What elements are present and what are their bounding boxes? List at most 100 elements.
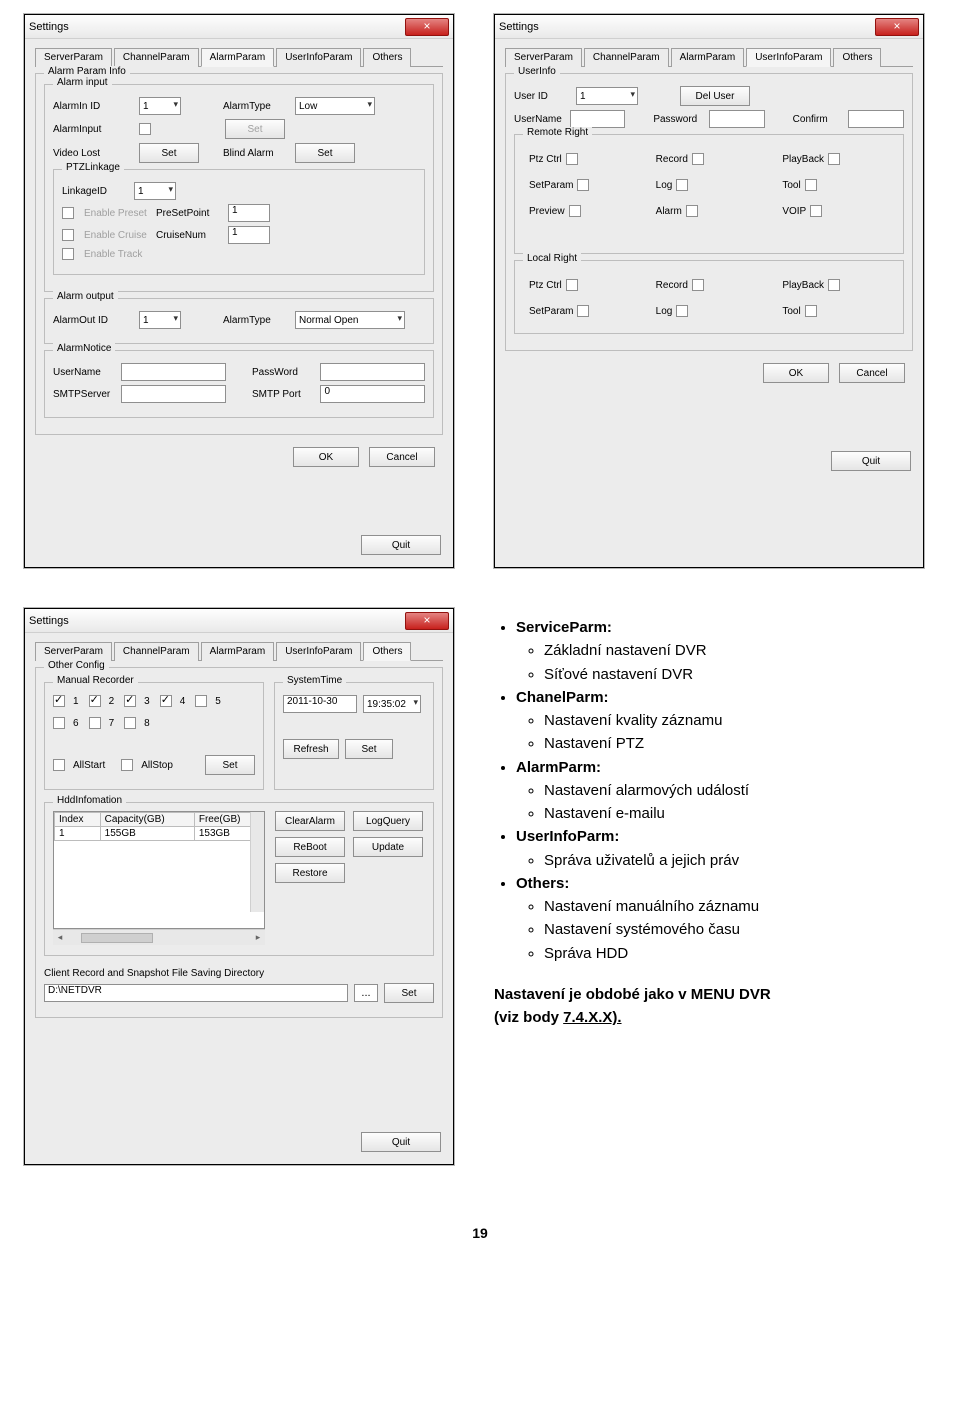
smtpport-input[interactable]: 0 [320,385,425,403]
local-record-checkbox[interactable] [692,279,704,291]
refresh-button[interactable]: Refresh [283,739,339,759]
label-playback: PlayBack [782,280,824,291]
alarmtype2-select[interactable]: Normal Open [295,311,405,329]
confirm-input[interactable] [848,110,904,128]
enable-preset-checkbox[interactable] [62,207,74,219]
ch1-checkbox[interactable] [53,695,65,707]
remote-alarm-checkbox[interactable] [686,205,698,217]
tab-userinfoparam[interactable]: UserInfoParam [746,48,831,67]
tab-others[interactable]: Others [833,48,881,67]
ch6-checkbox[interactable] [53,717,65,729]
time-select[interactable]: 19:35:02 [363,695,421,713]
smtpserver-input[interactable] [121,385,226,403]
label-confirm: Confirm [793,114,843,125]
remote-playback-checkbox[interactable] [828,153,840,165]
browse-button[interactable]: ... [354,984,378,1002]
quit-button[interactable]: Quit [361,1132,441,1152]
enable-track-checkbox[interactable] [62,248,74,260]
tab-serverparam[interactable]: ServerParam [35,48,112,67]
remote-setparam-checkbox[interactable] [577,179,589,191]
ch5-checkbox[interactable] [195,695,207,707]
tab-channelparam[interactable]: ChannelParam [114,48,199,67]
date-input[interactable]: 2011-10-30 [283,695,357,713]
tab-serverparam[interactable]: ServerParam [35,642,112,661]
remote-tool-checkbox[interactable] [805,179,817,191]
remote-voip-checkbox[interactable] [810,205,822,217]
remote-ptz-checkbox[interactable] [566,153,578,165]
close-button[interactable]: × [405,612,449,630]
password-input[interactable] [709,110,765,128]
enable-cruise-checkbox[interactable] [62,229,74,241]
ch8-checkbox[interactable] [124,717,136,729]
ch3-checkbox[interactable] [124,695,136,707]
local-tool-checkbox[interactable] [805,305,817,317]
remote-log-checkbox[interactable] [676,179,688,191]
logquery-button[interactable]: LogQuery [353,811,423,831]
allstop-checkbox[interactable] [121,759,133,771]
table-row[interactable]: 1 155GB 153GB [55,827,264,841]
blindalarm-set-button[interactable]: Set [295,143,355,163]
alarminput-set-button[interactable]: Set [225,119,285,139]
username-input[interactable] [570,110,626,128]
tab-alarmparam[interactable]: AlarmParam [201,642,275,661]
remote-record-checkbox[interactable] [692,153,704,165]
vscrollbar[interactable] [250,812,264,912]
local-ptz-checkbox[interactable] [566,279,578,291]
page-number: 19 [24,1225,936,1241]
alarminput-checkbox[interactable] [139,123,151,135]
cruisenum-input[interactable]: 1 [228,226,270,244]
close-button[interactable]: × [405,18,449,36]
ch7-checkbox[interactable] [89,717,101,729]
linkageid-select[interactable]: 1 [134,182,176,200]
group-hddinfo: HddInfomation Index Capacity(GB) Free(GB… [44,802,434,956]
window-others: Settings × ServerParam ChannelParam Alar… [24,608,454,1165]
presetpoint-input[interactable]: 1 [228,204,270,222]
local-log-checkbox[interactable] [676,305,688,317]
deluser-button[interactable]: Del User [680,86,750,106]
alarmout-id-select[interactable]: 1 [139,311,181,329]
remote-preview-checkbox[interactable] [569,205,581,217]
hdd-table-wrapper[interactable]: Index Capacity(GB) Free(GB) 1 155GB 153G… [53,811,265,929]
password-input[interactable] [320,363,425,381]
ok-button[interactable]: OK [763,363,829,383]
userid-select[interactable]: 1 [576,87,638,105]
close-button[interactable]: × [875,18,919,36]
ch4-checkbox[interactable] [160,695,172,707]
allstart-checkbox[interactable] [53,759,65,771]
tab-serverparam[interactable]: ServerParam [505,48,582,67]
label-presetpoint: PreSetPoint [156,208,222,219]
tab-others[interactable]: Others [363,642,411,661]
tab-channelparam[interactable]: ChannelParam [584,48,669,67]
dir-set-button[interactable]: Set [384,983,434,1003]
reboot-button[interactable]: ReBoot [275,837,345,857]
window-userinfoparam: Settings × ServerParam ChannelParam Alar… [494,14,924,568]
ok-button[interactable]: OK [293,447,359,467]
tab-channelparam[interactable]: ChannelParam [114,642,199,661]
manual-set-button[interactable]: Set [205,755,255,775]
alarmtype-select[interactable]: Low [295,97,375,115]
quit-button[interactable]: Quit [831,451,911,471]
videolost-set-button[interactable]: Set [139,143,199,163]
tab-alarmparam[interactable]: AlarmParam [201,48,275,67]
hscrollbar[interactable]: ◂▸ [53,929,265,945]
tab-alarmparam[interactable]: AlarmParam [671,48,745,67]
label-alarminput: AlarmInput [53,124,133,135]
restore-button[interactable]: Restore [275,863,345,883]
local-setparam-checkbox[interactable] [577,305,589,317]
cancel-button[interactable]: Cancel [839,363,905,383]
group-local-right: Local Right Ptz Ctrl Record PlayBack Set… [514,260,904,334]
label-enable-preset: Enable Preset [84,208,150,219]
quit-button[interactable]: Quit [361,535,441,555]
ch2-checkbox[interactable] [89,695,101,707]
tab-userinfoparam[interactable]: UserInfoParam [276,48,361,67]
clearalarm-button[interactable]: ClearAlarm [275,811,345,831]
local-playback-checkbox[interactable] [828,279,840,291]
cancel-button[interactable]: Cancel [369,447,435,467]
directory-input[interactable]: D:\NETDVR [44,984,348,1002]
tab-others[interactable]: Others [363,48,411,67]
systime-set-button[interactable]: Set [345,739,393,759]
alarmin-id-select[interactable]: 1 [139,97,181,115]
username-input[interactable] [121,363,226,381]
tab-userinfoparam[interactable]: UserInfoParam [276,642,361,661]
update-button[interactable]: Update [353,837,423,857]
